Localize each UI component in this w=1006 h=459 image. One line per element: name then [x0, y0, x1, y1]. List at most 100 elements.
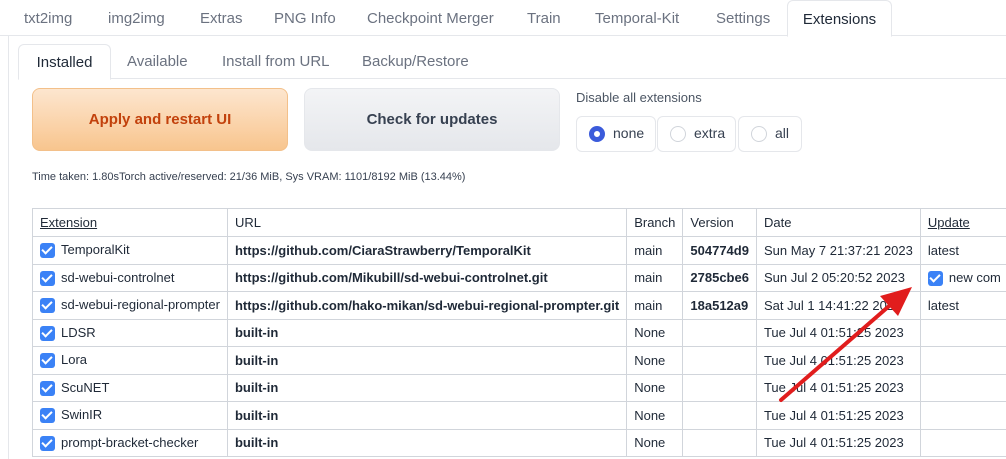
branch-cell: None — [626, 428, 684, 457]
radio-all[interactable]: all — [738, 116, 802, 152]
extension-cell: sd-webui-regional-prompter — [32, 291, 228, 320]
update-cell: latest — [919, 236, 1006, 265]
tab-installed[interactable]: Installed — [18, 44, 111, 80]
version-cell: 2785cbe6 — [682, 263, 757, 292]
update-cell — [919, 318, 1006, 347]
apply-restart-button[interactable]: Apply and restart UI — [32, 88, 288, 151]
header-date: Date — [755, 208, 921, 237]
checkbox-checked-icon[interactable] — [40, 298, 55, 314]
url-cell: built-in — [226, 346, 628, 375]
url-cell: https://github.com/CiaraStrawberry/Tempo… — [226, 236, 628, 265]
version-cell — [682, 318, 757, 347]
radio-none[interactable]: none — [576, 116, 656, 152]
branch-cell: main — [626, 291, 684, 320]
table-header-row: Extension URL Branch Version Date Update — [32, 208, 1006, 237]
table-row: ScuNET built-in None Tue Jul 4 01:51:25 202… — [32, 373, 1006, 402]
table-row: sd-webui-regional-prompter https://github… — [32, 291, 1006, 320]
date-cell: Tue Jul 4 01:51:25 2023 — [755, 401, 921, 430]
table-row: LDSR built-in None Tue Jul 4 01:51:25 2023 — [32, 318, 1006, 347]
branch-cell: None — [626, 318, 684, 347]
header-extension[interactable]: Extension — [32, 208, 228, 237]
version-cell: 18a512a9 — [682, 291, 757, 320]
update-cell: latest — [919, 291, 1006, 320]
version-cell — [682, 401, 757, 430]
date-cell: Sat Jul 1 14:41:22 2023 — [755, 291, 921, 320]
version-cell — [682, 373, 757, 402]
tab-png-info[interactable]: PNG Info — [266, 0, 344, 36]
checkbox-checked-icon[interactable] — [40, 380, 55, 396]
extension-cell: sd-webui-controlnet — [32, 263, 228, 292]
tab-txt2img[interactable]: txt2img — [16, 0, 80, 36]
checkbox-checked-icon[interactable] — [40, 325, 55, 341]
table-row: SwinIR built-in None Tue Jul 4 01:51:25 202… — [32, 401, 1006, 430]
checkbox-checked-icon[interactable] — [40, 353, 55, 369]
update-cell — [919, 401, 1006, 430]
radio-icon — [670, 126, 686, 142]
checkbox-checked-icon[interactable] — [40, 243, 55, 259]
tab-extensions[interactable]: Extensions — [787, 0, 892, 37]
extension-cell: ScuNET — [32, 373, 228, 402]
tab-settings[interactable]: Settings — [708, 0, 778, 36]
disable-extensions-label: Disable all extensions — [576, 90, 702, 105]
top-tab-bar: txt2img img2img Extras PNG Info Checkpoi… — [0, 0, 1006, 37]
date-cell: Tue Jul 4 01:51:25 2023 — [755, 373, 921, 402]
extensions-table: Extension URL Branch Version Date Update… — [32, 208, 1006, 457]
url-cell: https://github.com/Mikubill/sd-webui-con… — [226, 263, 628, 292]
checkbox-checked-icon[interactable] — [40, 435, 55, 451]
branch-cell: main — [626, 263, 684, 292]
url-cell: built-in — [226, 401, 628, 430]
radio-icon — [751, 126, 767, 142]
update-cell — [919, 373, 1006, 402]
extension-cell: prompt-bracket-checker — [32, 428, 228, 457]
radio-extra[interactable]: extra — [657, 116, 736, 152]
branch-cell: None — [626, 346, 684, 375]
update-cell: new com — [919, 263, 1006, 292]
date-cell: Tue Jul 4 01:51:25 2023 — [755, 318, 921, 347]
extension-cell: Lora — [32, 346, 228, 375]
date-cell: Tue Jul 4 01:51:25 2023 — [755, 428, 921, 457]
extension-cell: LDSR — [32, 318, 228, 347]
table-row: TemporalKit https://github.com/CiaraStraw… — [32, 236, 1006, 265]
date-cell: Sun Jul 2 05:20:52 2023 — [755, 263, 921, 292]
version-cell — [682, 346, 757, 375]
tab-available[interactable]: Available — [119, 44, 196, 79]
header-branch: Branch — [626, 208, 684, 237]
header-update[interactable]: Update — [919, 208, 1006, 237]
update-cell — [919, 346, 1006, 375]
radio-none-label: none — [613, 125, 645, 141]
checkbox-checked-icon[interactable] — [927, 270, 943, 286]
branch-cell: main — [626, 236, 684, 265]
tab-img2img[interactable]: img2img — [100, 0, 173, 36]
branch-cell: None — [626, 373, 684, 402]
branch-cell: None — [626, 401, 684, 430]
tab-temporal-kit[interactable]: Temporal-Kit — [587, 0, 687, 36]
extension-cell: TemporalKit — [32, 236, 228, 265]
radio-checked-icon — [589, 126, 605, 142]
check-updates-button[interactable]: Check for updates — [304, 88, 560, 151]
tab-backup-restore[interactable]: Backup/Restore — [354, 44, 477, 79]
tab-checkpoint-merger[interactable]: Checkpoint Merger — [359, 0, 502, 36]
radio-extra-label: extra — [694, 125, 726, 141]
url-cell: built-in — [226, 373, 628, 402]
header-url: URL — [226, 208, 628, 237]
version-cell — [682, 428, 757, 457]
tab-extras[interactable]: Extras — [192, 0, 251, 36]
url-cell: built-in — [226, 318, 628, 347]
extension-cell: SwinIR — [32, 401, 228, 430]
radio-all-label: all — [775, 125, 790, 141]
table-row: prompt-bracket-checker built-in None Tue Ju… — [32, 428, 1006, 457]
table-row: sd-webui-controlnet https://github.com/Mi… — [32, 263, 1006, 292]
date-cell: Tue Jul 4 01:51:25 2023 — [755, 346, 921, 375]
tab-install-from-url[interactable]: Install from URL — [214, 44, 338, 79]
header-version: Version — [682, 208, 757, 237]
url-cell: https://github.com/hako-mikan/sd-webui-r… — [226, 291, 628, 320]
time-taken-text: Time taken: 1.80sTorch active/reserved: … — [32, 171, 466, 183]
checkbox-checked-icon[interactable] — [40, 408, 55, 424]
tab-train[interactable]: Train — [519, 0, 569, 36]
url-cell: built-in — [226, 428, 628, 457]
sub-tab-bar: Installed Available Install from URL Bac… — [18, 44, 1006, 80]
update-cell — [919, 428, 1006, 457]
checkbox-checked-icon[interactable] — [40, 270, 55, 286]
date-cell: Sun May 7 21:37:21 2023 — [755, 236, 921, 265]
table-row: Lora built-in None Tue Jul 4 01:51:25 2023 — [32, 346, 1006, 375]
